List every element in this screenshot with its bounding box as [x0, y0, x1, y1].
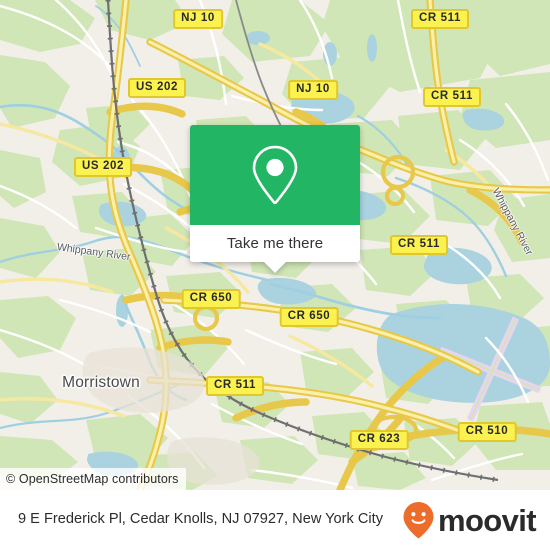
take-me-there-label: Take me there — [226, 235, 324, 252]
place-label: Morristown — [62, 374, 140, 391]
map-canvas[interactable]: NJ 10 CR 511 US 202 NJ 10 CR 511 US 202 CR 511… — [0, 0, 550, 490]
attribution-text: © OpenStreetMap contributors — [6, 472, 179, 486]
road-shield: CR 623 — [349, 430, 409, 450]
road-shield: CR 650 — [181, 289, 241, 309]
road-shield: NJ 10 — [173, 9, 223, 29]
moovit-brand[interactable]: moovit — [402, 501, 537, 539]
popup-tail-pointer — [264, 262, 286, 273]
road-shield: CR 511 — [206, 376, 264, 396]
moovit-pin-smile-icon — [403, 502, 434, 539]
road-shield: CR 650 — [279, 307, 339, 327]
address-text: 9 E Frederick Pl, Cedar Knolls, NJ 07927… — [18, 511, 383, 528]
road-shield: CR 511 — [423, 87, 481, 107]
moovit-map-screen: NJ 10 CR 511 US 202 NJ 10 CR 511 US 202 CR 511… — [0, 0, 550, 550]
moovit-wordmark: moovit — [437, 502, 537, 538]
road-shield: US 202 — [74, 157, 132, 177]
road-shield: CR 510 — [457, 422, 517, 442]
map-popup-take-me-there[interactable]: Take me there — [190, 125, 360, 273]
road-shield: NJ 10 — [288, 80, 338, 100]
map-pin-icon — [252, 145, 298, 205]
map-attribution[interactable]: © OpenStreetMap contributors — [0, 468, 186, 490]
popup-action-bar[interactable]: Take me there — [190, 225, 360, 262]
popup-header — [190, 125, 360, 225]
road-shield: US 202 — [128, 78, 186, 98]
road-shield: CR 511 — [390, 235, 448, 255]
road-shield: CR 511 — [411, 9, 469, 29]
bottom-bar: 9 E Frederick Pl, Cedar Knolls, NJ 07927… — [0, 490, 550, 550]
